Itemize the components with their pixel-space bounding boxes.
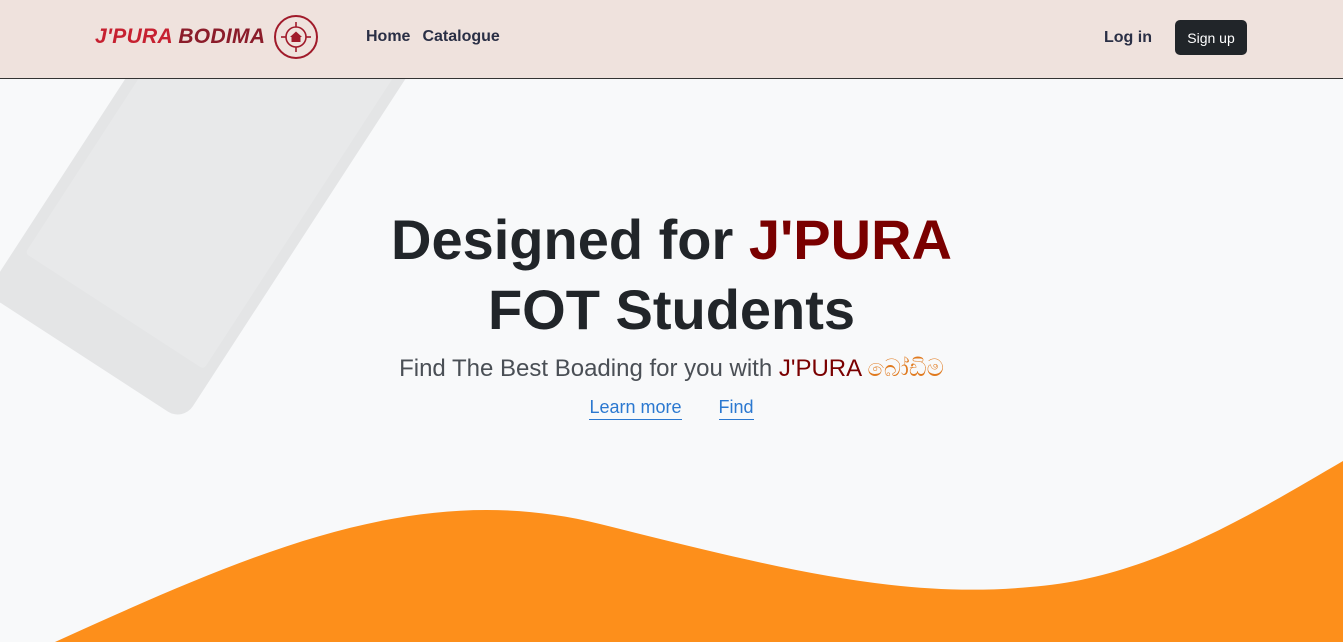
login-link[interactable]: Log in <box>1104 29 1152 47</box>
learn-more-link[interactable]: Learn more <box>589 397 682 420</box>
find-link[interactable]: Find <box>718 397 754 420</box>
navbar: J'PURA BODIMA Home Catalogue Log in Sign… <box>0 0 1343 79</box>
brand-logo-link[interactable]: J'PURA BODIMA <box>95 13 319 61</box>
hero-links: Learn more Find <box>0 397 1343 420</box>
nav-catalogue-link[interactable]: Catalogue <box>422 28 499 46</box>
brand-name: J'PURA BODIMA <box>95 25 266 48</box>
hero-section: Designed for J'PURA FOT Students Find Th… <box>0 205 1343 420</box>
house-target-icon <box>274 15 319 59</box>
nav-home-link[interactable]: Home <box>366 28 410 46</box>
hero-subtitle: Find The Best Boading for you with J'PUR… <box>399 355 944 382</box>
hero-title: Designed for J'PURA FOT Students <box>391 208 952 341</box>
orange-wave <box>55 461 1343 642</box>
signup-button[interactable]: Sign up <box>1175 20 1247 55</box>
main-nav: Home Catalogue <box>366 28 500 46</box>
